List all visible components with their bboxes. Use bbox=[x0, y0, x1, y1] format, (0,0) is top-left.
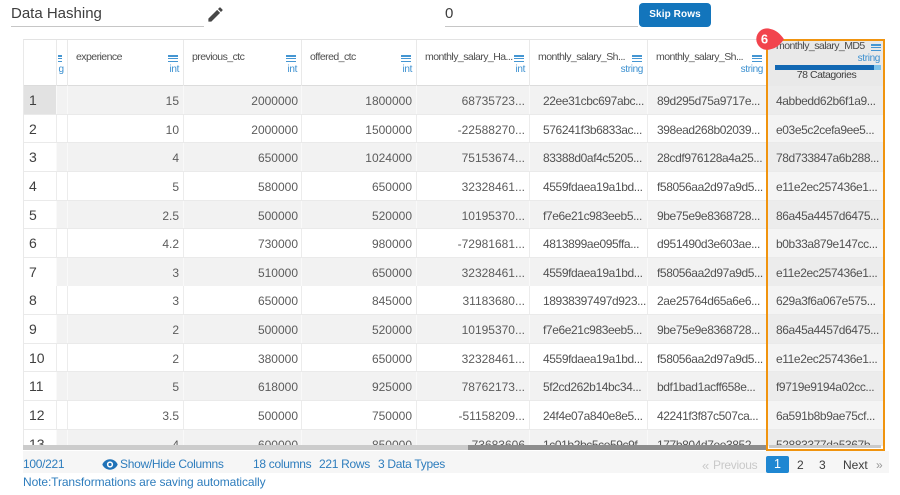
svg-text:6: 6 bbox=[761, 32, 768, 47]
